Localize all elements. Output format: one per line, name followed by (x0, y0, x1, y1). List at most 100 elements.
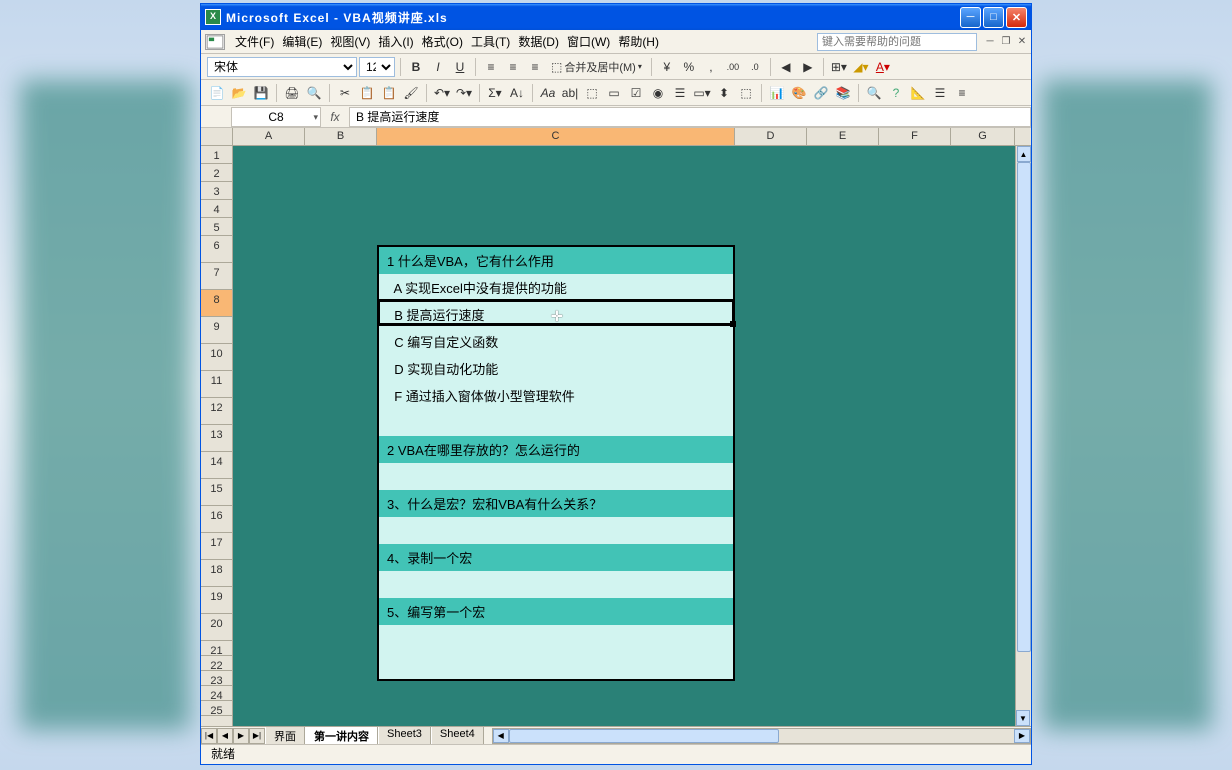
sheet-tab[interactable]: 第一讲内容 (305, 727, 378, 745)
combobox-button[interactable]: ▭▾ (692, 83, 712, 103)
cell[interactable]: D 实现自动化功能 (379, 355, 733, 382)
name-box[interactable]: C8 (231, 107, 321, 127)
menu-item[interactable]: 工具(T) (467, 30, 514, 53)
column-header[interactable]: F (879, 128, 951, 145)
row-header[interactable]: 1 (201, 146, 232, 164)
print-button[interactable]: 🖨 (282, 83, 302, 103)
column-header[interactable]: D (735, 128, 807, 145)
font-size-select[interactable]: 12 (359, 57, 395, 77)
row-header[interactable]: 15 (201, 479, 232, 506)
row-header[interactable]: 4 (201, 200, 232, 218)
menu-item[interactable]: 窗口(W) (563, 30, 614, 53)
help-search-input[interactable] (817, 33, 977, 51)
row-header[interactable]: 7 (201, 263, 232, 290)
row-header[interactable]: 5 (201, 218, 232, 236)
hscroll-thumb[interactable] (509, 729, 779, 743)
groupbox-button[interactable]: ⬚ (582, 83, 602, 103)
research-button[interactable]: 📚 (833, 83, 853, 103)
undo-button[interactable]: ↶▾ (432, 83, 452, 103)
checkbox-button[interactable]: ☑ (626, 83, 646, 103)
menu-item[interactable]: 编辑(E) (278, 30, 326, 53)
row-header[interactable]: 11 (201, 371, 232, 398)
column-header[interactable]: B (305, 128, 377, 145)
column-header[interactable]: G (951, 128, 1015, 145)
scroll-left-button[interactable]: ◀ (493, 729, 509, 743)
italic-button[interactable]: I (428, 57, 448, 77)
fx-icon[interactable]: fx (321, 110, 349, 124)
formula-input[interactable]: B 提高运行速度 (349, 107, 1031, 127)
doc-close-button[interactable]: ✕ (1015, 35, 1029, 49)
design-mode-button[interactable]: 📐 (908, 83, 928, 103)
column-header[interactable]: A (233, 128, 305, 145)
button-button[interactable]: ▭ (604, 83, 624, 103)
bold-button[interactable]: B (406, 57, 426, 77)
titlebar[interactable]: Microsoft Excel - VBA视频讲座.xls ─ □ ✕ (201, 4, 1031, 30)
row-header[interactable]: 17 (201, 533, 232, 560)
comma-button[interactable]: , (701, 57, 721, 77)
scroll-down-button[interactable]: ▼ (1016, 710, 1030, 726)
label-button[interactable]: ab| (560, 83, 580, 103)
cell[interactable]: A 实现Excel中没有提供的功能 (379, 274, 733, 301)
row-header[interactable]: 13 (201, 425, 232, 452)
zoom-button[interactable]: 🔍 (864, 83, 884, 103)
menu-item[interactable]: 插入(I) (374, 30, 417, 53)
align-right-button[interactable]: ≡ (525, 57, 545, 77)
sheet-tab[interactable]: 界面 (265, 727, 305, 745)
row-header[interactable]: 9 (201, 317, 232, 344)
tab-last-button[interactable]: ▶| (249, 728, 265, 744)
row-header[interactable]: 6 (201, 236, 232, 263)
paste-button[interactable]: 📋 (379, 83, 399, 103)
drawing-button[interactable]: 🎨 (789, 83, 809, 103)
menu-item[interactable]: 格式(O) (418, 30, 467, 53)
row-header[interactable]: 14 (201, 452, 232, 479)
chart-button[interactable]: 📊 (767, 83, 787, 103)
format-painter-button[interactable]: 🖌 (401, 83, 421, 103)
redo-button[interactable]: ↷▾ (454, 83, 474, 103)
column-header[interactable]: C (377, 128, 735, 145)
cell[interactable]: 3、什么是宏？宏和VBA有什么关系？ (379, 490, 733, 517)
menu-item[interactable]: 帮助(H) (614, 30, 663, 53)
currency-button[interactable]: ¥ (657, 57, 677, 77)
sheet-tab[interactable]: Sheet4 (431, 727, 484, 745)
open-button[interactable]: 📂 (229, 83, 249, 103)
cell[interactable] (379, 652, 733, 679)
row-header[interactable]: 16 (201, 506, 232, 533)
cell[interactable] (379, 409, 733, 436)
vscroll-thumb[interactable] (1017, 162, 1031, 652)
autosum-button[interactable]: Σ▾ (485, 83, 505, 103)
view-code-button[interactable]: ≡ (952, 83, 972, 103)
merge-center-button[interactable]: ⬚合并及居中(M)▾ (547, 57, 646, 77)
close-button[interactable]: ✕ (1006, 7, 1027, 28)
increase-decimal-button[interactable]: .00 (723, 57, 743, 77)
percent-button[interactable]: % (679, 57, 699, 77)
print-preview-button[interactable]: 🔍 (304, 83, 324, 103)
doc-restore-button[interactable]: ❐ (999, 35, 1013, 49)
vertical-scrollbar[interactable]: ▲ ▼ (1015, 146, 1031, 726)
sheet-tab[interactable]: Sheet3 (378, 727, 431, 745)
row-header[interactable]: 2 (201, 164, 232, 182)
minimize-button[interactable]: ─ (960, 7, 981, 28)
menu-item[interactable]: 文件(F) (231, 30, 278, 53)
row-header[interactable]: 3 (201, 182, 232, 200)
cell[interactable]: 2 VBA在哪里存放的？怎么运行的 (379, 436, 733, 463)
menu-item[interactable]: 视图(V) (326, 30, 374, 53)
workbook-icon[interactable] (205, 34, 225, 50)
tab-next-button[interactable]: ▶ (233, 728, 249, 744)
column-header[interactable]: E (807, 128, 879, 145)
row-header[interactable]: 21 (201, 641, 232, 656)
font-select[interactable]: 宋体 (207, 57, 357, 77)
help-button[interactable]: ? (886, 83, 906, 103)
cell[interactable]: 1 什么是VBA，它有什么作用 (379, 247, 733, 274)
cell[interactable]: 4、录制一个宏 (379, 544, 733, 571)
row-header[interactable]: 8 (201, 290, 232, 317)
copy-button[interactable]: 📋 (357, 83, 377, 103)
tab-first-button[interactable]: |◀ (201, 728, 217, 744)
increase-indent-button[interactable]: ▶ (798, 57, 818, 77)
horizontal-scrollbar[interactable]: ◀ ▶ (492, 728, 1031, 744)
maximize-button[interactable]: □ (983, 7, 1004, 28)
row-header[interactable]: 19 (201, 587, 232, 614)
cell[interactable]: F 通过插入窗体做小型管理软件 (379, 382, 733, 409)
row-header[interactable]: 18 (201, 560, 232, 587)
font-color-button[interactable]: A▾ (873, 57, 893, 77)
fill-color-button[interactable]: ◢▾ (851, 57, 871, 77)
